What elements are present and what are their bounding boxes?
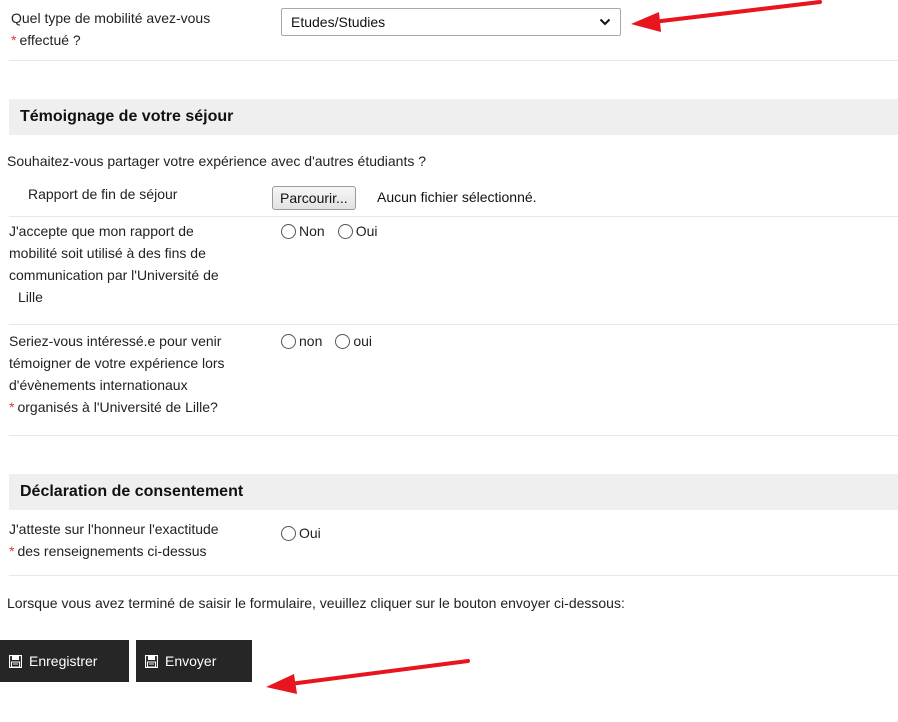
events-radio-group: non oui [281,333,379,349]
radio-declaration-oui[interactable]: Oui [281,525,321,541]
radio-circle-icon[interactable] [335,333,351,349]
radio-consent-non[interactable]: Non [281,223,325,239]
consent-use-label: J'accepte que mon rapport de mobilité so… [9,220,271,308]
testimony-intro: Souhaitez-vous partager votre expérience… [7,153,427,169]
required-marker: * [9,543,15,559]
mobility-type-label: Quel type de mobilité avez-vous * effectu… [9,7,271,51]
events-label: Seriez-vous intéressé.e pour venir témoi… [9,330,271,418]
declaration-line2: des renseignements ci-dessus [17,543,207,559]
footer-instruction: Lorsque vous avez terminé de saisir le f… [7,595,625,611]
required-marker: * [9,399,15,415]
consent-use-line: communication par l'Université de [9,267,219,283]
mobility-label-line1: Quel type de mobilité avez-vous [11,10,211,26]
radio-circle-icon[interactable] [281,333,296,349]
consent-use-line: Lille [18,289,43,305]
consent-use-row: J'accepte que mon rapport de mobilité so… [9,217,898,325]
events-row: Seriez-vous intéressé.e pour venir témoi… [9,325,898,436]
save-button-label: Enregistrer [29,653,98,669]
radio-events-oui[interactable]: oui [335,333,372,349]
events-line: Seriez-vous intéressé.e pour venir [9,333,222,349]
save-button[interactable]: Enregistrer [0,640,129,682]
events-line: d'évènements internationaux [9,377,188,393]
declaration-label: J'atteste sur l'honneur l'exactitude * de… [9,518,271,562]
chevron-down-icon [599,18,611,26]
events-line: organisés à l'Université de Lille? [17,399,218,415]
declaration-radio-group: Oui [281,525,328,541]
section-declaration-heading: Déclaration de consentement [9,474,898,510]
mobility-label-line2: effectué ? [19,32,81,48]
radio-consent-oui[interactable]: Oui [337,223,377,239]
radio-events-non[interactable]: non [281,333,322,349]
floppy-disk-icon [9,654,22,668]
mobility-type-select[interactable]: Etudes/Studies [281,8,621,36]
mobility-type-value: Etudes/Studies [291,14,386,30]
section-testimony-heading: Témoignage de votre séjour [9,99,898,135]
send-button-label: Envoyer [165,653,217,669]
consent-use-radio-group: Non Oui [281,223,384,239]
declaration-row: J'atteste sur l'honneur l'exactitude * de… [9,514,898,576]
radio-circle-icon[interactable] [337,223,353,239]
form-page: Quel type de mobilité avez-vous * effectu… [0,0,898,722]
consent-use-line: mobilité soit utilisé à des fins de [9,245,206,261]
radio-circle-icon[interactable] [281,223,296,239]
browse-file-button[interactable]: Parcourir... [272,186,356,210]
consent-use-line: J'accepte que mon rapport de [9,223,194,239]
declaration-line1: J'atteste sur l'honneur l'exactitude [9,521,219,537]
report-label: Rapport de fin de séjour [28,186,178,202]
floppy-disk-icon [145,654,158,668]
annotation-arrow-send [266,659,470,694]
annotation-arrow-select [631,0,822,32]
required-marker: * [11,32,17,48]
file-status-text: Aucun fichier sélectionné. [377,189,537,205]
radio-circle-icon[interactable] [281,525,296,541]
events-line: témoigner de votre expérience lors [9,355,225,371]
send-button[interactable]: Envoyer [136,640,252,682]
